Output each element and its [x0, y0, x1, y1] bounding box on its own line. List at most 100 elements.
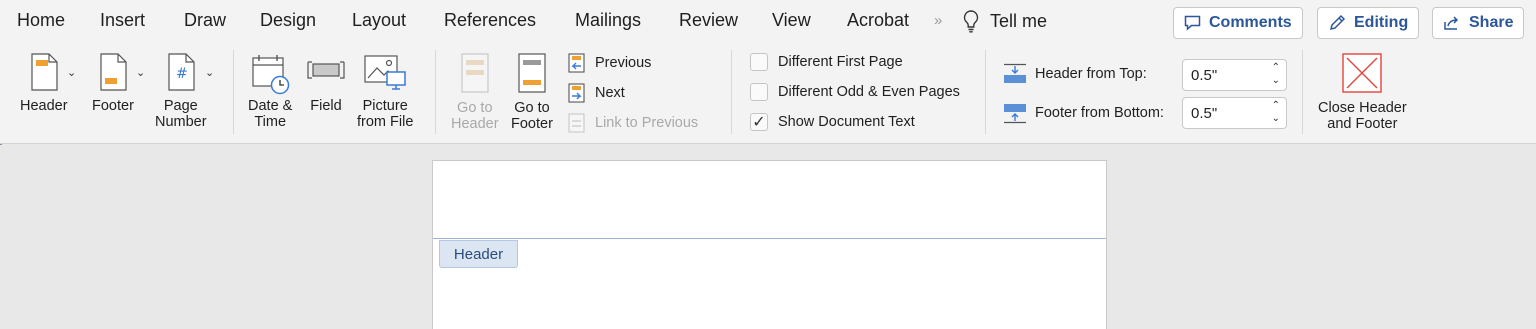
tell-me-search[interactable]: Tell me: [962, 9, 1047, 33]
field-label: Field: [310, 98, 342, 114]
tab-layout[interactable]: Layout: [352, 10, 406, 31]
footer-from-bottom-value: 0.5": [1191, 105, 1218, 122]
svg-text:#: #: [176, 66, 188, 82]
header-button[interactable]: Header: [20, 52, 68, 114]
footer-position-icon: [1004, 104, 1026, 124]
footer-from-bottom-row: Footer from Bottom:: [1003, 102, 1164, 124]
link-to-previous-label: Link to Previous: [595, 115, 699, 131]
link-to-previous-icon: [568, 113, 585, 133]
tab-draw[interactable]: Draw: [184, 10, 226, 31]
header-icon: [31, 53, 58, 91]
checkbox-box[interactable]: [750, 83, 768, 101]
tab-review[interactable]: Review: [679, 10, 738, 31]
picture-line1: Picture: [362, 98, 408, 114]
page-number-icon: #: [168, 53, 195, 91]
tab-insert[interactable]: Insert: [100, 10, 145, 31]
page-number-button[interactable]: # Page Number: [155, 52, 207, 130]
close-line2: and Footer: [1327, 116, 1398, 132]
date-time-line1: Date &: [248, 98, 293, 114]
picture-line2: from File: [357, 114, 414, 130]
tab-design[interactable]: Design: [260, 10, 316, 31]
next-label: Next: [595, 85, 625, 101]
close-red-x-icon: [1342, 53, 1383, 93]
page-number-line1: Page: [163, 98, 198, 114]
tab-view[interactable]: View: [772, 10, 811, 31]
checkmark-icon[interactable]: ✓: [750, 113, 768, 131]
go-to-footer-icon: [518, 53, 546, 93]
stepper-arrows-icon[interactable]: ⌃ ⌄: [1272, 61, 1280, 87]
show-document-text-checkbox[interactable]: ✓ Show Document Text: [750, 113, 915, 131]
header-dropdown-chevron-icon[interactable]: ⌄: [67, 66, 76, 79]
go-to-footer-line1: Go to: [514, 100, 550, 116]
tab-acrobat[interactable]: Acrobat: [847, 10, 909, 31]
go-to-footer-label: Go to Footer: [511, 100, 553, 132]
ribbon-separator: [731, 50, 732, 134]
close-line1: Close Header: [1318, 100, 1407, 116]
tell-me-label: Tell me: [990, 10, 1048, 31]
close-header-footer-button[interactable]: Close Header and Footer: [1318, 52, 1407, 132]
ribbon-separator: [1302, 50, 1303, 134]
footer-icon: [100, 53, 127, 91]
page-number-line2: Number: [155, 114, 207, 130]
lightbulb-icon: [963, 10, 979, 33]
date-time-label: Date & Time: [248, 98, 292, 130]
go-to-header-line1: Go to: [457, 100, 493, 116]
next-section-icon: [568, 83, 585, 103]
show-document-text-label: Show Document Text: [778, 114, 915, 130]
page-number-dropdown-chevron-icon[interactable]: ⌄: [205, 66, 214, 79]
calendar-clock-icon: [252, 55, 290, 95]
footer-button[interactable]: Footer: [92, 52, 134, 114]
editing-label: Editing: [1354, 14, 1409, 31]
go-to-footer-line2: Footer: [511, 116, 553, 132]
link-to-previous-button[interactable]: Link to Previous: [567, 112, 698, 134]
checkbox-box[interactable]: [750, 53, 768, 71]
stepper-arrows-icon[interactable]: ⌃ ⌄: [1272, 99, 1280, 125]
go-to-footer-button[interactable]: Go to Footer: [511, 52, 553, 132]
header-boundary-line: [433, 238, 1106, 239]
page-number-label: Page Number: [155, 98, 207, 130]
picture-label: Picture from File: [357, 98, 413, 130]
previous-section-icon: [568, 53, 585, 73]
pencil-icon: [1329, 14, 1346, 31]
picture-from-file-button[interactable]: Picture from File: [357, 52, 413, 130]
header-from-top-row: Header from Top:: [1003, 63, 1147, 85]
header-from-top-label: Header from Top:: [1035, 66, 1147, 82]
comments-button[interactable]: Comments: [1173, 7, 1303, 39]
share-label: Share: [1469, 14, 1514, 31]
previous-label: Previous: [595, 55, 652, 71]
tab-home[interactable]: Home: [17, 10, 65, 31]
document-canvas: Header: [0, 145, 1536, 329]
header-label: Header: [20, 98, 68, 114]
header-tag[interactable]: Header: [439, 240, 518, 268]
footer-dropdown-chevron-icon[interactable]: ⌄: [136, 66, 145, 79]
field-icon: [307, 61, 345, 79]
document-page[interactable]: Header: [432, 160, 1107, 329]
go-to-header-label: Go to Header: [451, 100, 499, 132]
editing-button[interactable]: Editing: [1317, 7, 1420, 39]
ribbon: Header ⌄ Footer ⌄ # Page Number ⌄ Date &…: [0, 44, 1536, 144]
different-first-page-label: Different First Page: [778, 54, 903, 70]
close-header-footer-label: Close Header and Footer: [1318, 100, 1407, 132]
different-odd-even-label: Different Odd & Even Pages: [778, 84, 960, 100]
footer-from-bottom-label: Footer from Bottom:: [1035, 105, 1164, 121]
previous-button[interactable]: Previous: [567, 52, 651, 74]
comments-label: Comments: [1209, 14, 1292, 31]
field-button[interactable]: Field: [305, 52, 347, 114]
ribbon-separator: [435, 50, 436, 134]
header-from-top-value: 0.5": [1191, 67, 1218, 84]
date-time-button[interactable]: Date & Time: [248, 52, 292, 130]
header-from-top-stepper[interactable]: 0.5" ⌃ ⌄: [1182, 59, 1287, 91]
go-to-header-line2: Header: [451, 116, 499, 132]
ribbon-separator: [233, 50, 234, 134]
tab-overflow-icon[interactable]: »: [934, 12, 942, 29]
go-to-header-icon: [461, 53, 489, 93]
share-button[interactable]: Share: [1432, 7, 1525, 39]
different-odd-even-checkbox[interactable]: Different Odd & Even Pages: [750, 83, 960, 101]
tab-mailings[interactable]: Mailings: [575, 10, 641, 31]
go-to-header-button[interactable]: Go to Header: [451, 52, 499, 132]
next-button[interactable]: Next: [567, 82, 625, 104]
footer-from-bottom-stepper[interactable]: 0.5" ⌃ ⌄: [1182, 97, 1287, 129]
different-first-page-checkbox[interactable]: Different First Page: [750, 53, 903, 71]
tab-references[interactable]: References: [444, 10, 536, 31]
share-icon: [1444, 16, 1459, 30]
